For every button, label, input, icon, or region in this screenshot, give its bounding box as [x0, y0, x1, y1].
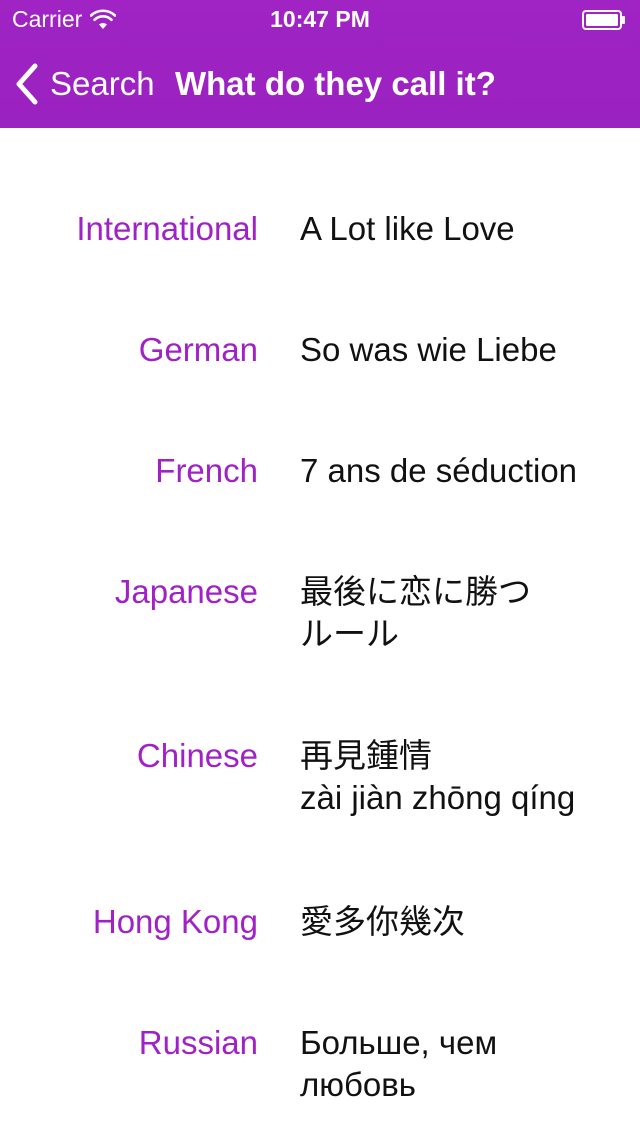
navigation-bar: Search What do they call it? — [0, 40, 640, 128]
language-label: International — [76, 210, 258, 247]
localized-title: Больше, чем любовь — [300, 1022, 620, 1106]
localized-title: So was wie Liebe — [300, 329, 620, 371]
localized-title: 最後に恋に勝つ ルール — [300, 571, 620, 655]
language-label: Hong Kong — [92, 903, 258, 940]
localized-title: 7 ans de séduction — [300, 450, 620, 492]
title-line: So was wie Liebe — [300, 331, 557, 368]
title-line: 7 ans de séduction — [300, 452, 578, 489]
chevron-left-icon — [16, 63, 38, 105]
title-line: 愛多你幾次 — [300, 903, 465, 940]
language-label: Japanese — [114, 573, 258, 610]
header: Carrier 10:47 PM Search What do they cal… — [0, 0, 640, 128]
back-button[interactable]: Search — [14, 62, 155, 106]
page-title: What do they call it? — [175, 65, 496, 102]
language-label: Chinese — [136, 737, 258, 774]
status-bar: Carrier 10:47 PM — [0, 0, 640, 40]
title-line: zài jiàn zhōng qíng — [300, 779, 576, 816]
title-line: A Lot like Love — [300, 210, 515, 247]
title-line: Больше, чем — [300, 1024, 498, 1061]
title-line: 再見鍾情 — [300, 737, 432, 774]
localized-title: A Lot like Love — [300, 208, 620, 250]
status-time: 10:47 PM — [270, 6, 370, 32]
localized-title: 愛多你幾次 — [300, 901, 620, 943]
language-label: German — [138, 331, 258, 368]
language-label: Russian — [138, 1024, 258, 1061]
title-line: любовь — [300, 1066, 416, 1103]
back-button-label: Search — [50, 65, 155, 102]
title-line: ルール — [300, 615, 399, 652]
localized-title: 再見鍾情 zài jiàn zhōng qíng — [300, 735, 620, 819]
battery-icon — [582, 10, 625, 30]
title-line: 最後に恋に勝つ — [300, 573, 531, 610]
language-label: French — [155, 452, 258, 489]
